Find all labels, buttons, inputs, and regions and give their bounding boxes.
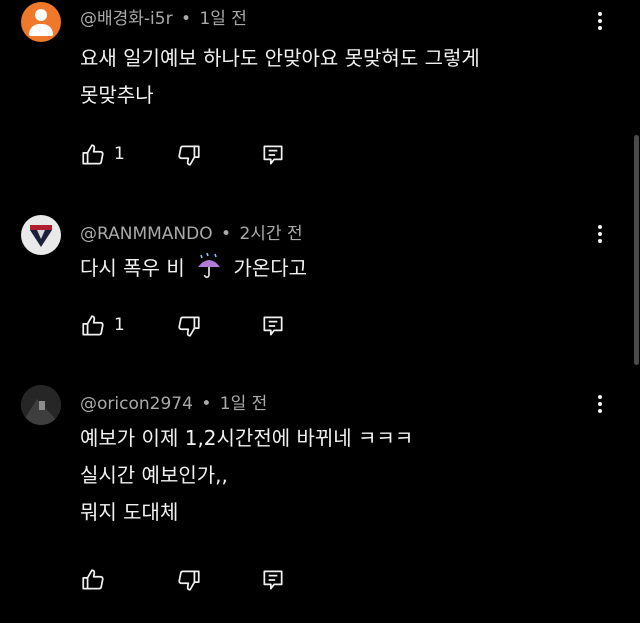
comment-time: 1일 전 <box>219 394 268 414</box>
meta-separator: • <box>181 9 192 29</box>
comment-2: @RANMMANDO • 2시간 전 다시 폭우 비 가온다고 1 <box>0 205 640 355</box>
more-vert-icon[interactable] <box>590 223 610 247</box>
author-name[interactable]: @RANMMANDO <box>80 224 213 244</box>
thumb-down-icon[interactable] <box>176 567 202 593</box>
comment-text: 다시 폭우 비 가온다고 <box>80 250 307 287</box>
comment-1: @배경화-i5r • 1일 전 요새 일기예보 하나도 안맞아요 못맞혀도 그렇… <box>0 0 640 185</box>
thumb-down-icon[interactable] <box>176 142 202 168</box>
comment-text-part: 다시 폭우 비 <box>80 256 185 280</box>
comment-actions: 1 <box>80 313 300 339</box>
meta-separator: • <box>201 394 212 414</box>
comment-meta: @oricon2974 • 1일 전 <box>80 389 267 414</box>
comment-text: 예보가 이제 1,2시간전에 바뀌네 ㅋㅋㅋ 실시간 예보인가,, 뭐지 도대체 <box>80 420 413 531</box>
thumb-up-icon[interactable] <box>80 313 106 339</box>
shield-logo-icon <box>30 225 52 247</box>
like-count: 1 <box>114 315 125 335</box>
comment-text: 요새 일기예보 하나도 안맞아요 못맞혀도 그렇게 못맞추나 <box>80 40 480 114</box>
scrollbar[interactable] <box>634 135 639 365</box>
author-name[interactable]: @oricon2974 <box>80 394 193 414</box>
comment-meta: @RANMMANDO • 2시간 전 <box>80 219 303 244</box>
thumb-down-icon[interactable] <box>176 313 202 339</box>
umbrella-with-rain-emoji <box>198 252 221 278</box>
thumb-up-icon[interactable] <box>80 142 106 168</box>
comment-actions <box>80 567 300 593</box>
comment-line: 예보가 이제 1,2시간전에 바뀌네 ㅋㅋㅋ <box>80 426 414 450</box>
photo-avatar-icon <box>21 385 61 425</box>
meta-separator: • <box>221 224 232 244</box>
like-count: 1 <box>114 144 125 164</box>
avatar[interactable] <box>21 215 61 255</box>
thumb-up-icon[interactable] <box>80 567 106 593</box>
author-name[interactable]: @배경화-i5r <box>80 9 173 29</box>
avatar[interactable] <box>21 385 61 425</box>
reply-icon[interactable] <box>260 313 286 339</box>
reply-icon[interactable] <box>260 567 286 593</box>
comment-line: 못맞추나 <box>80 83 154 107</box>
comment-time: 2시간 전 <box>239 224 303 244</box>
avatar[interactable] <box>21 2 61 42</box>
comment-meta: @배경화-i5r • 1일 전 <box>80 4 247 29</box>
more-vert-icon[interactable] <box>590 10 610 34</box>
comment-line: 요새 일기예보 하나도 안맞아요 못맞혀도 그렇게 <box>80 46 480 70</box>
comment-text-part: 가온다고 <box>233 256 308 280</box>
more-vert-icon[interactable] <box>590 393 610 417</box>
comment-line: 뭐지 도대체 <box>80 500 179 524</box>
comment-line: 실시간 예보인가,, <box>80 463 228 487</box>
comment-time: 1일 전 <box>199 9 247 29</box>
comment-3: @oricon2974 • 1일 전 예보가 이제 1,2시간전에 바뀌네 ㅋㅋ… <box>0 375 640 623</box>
reply-icon[interactable] <box>260 142 286 168</box>
comment-actions: 1 <box>80 142 300 168</box>
